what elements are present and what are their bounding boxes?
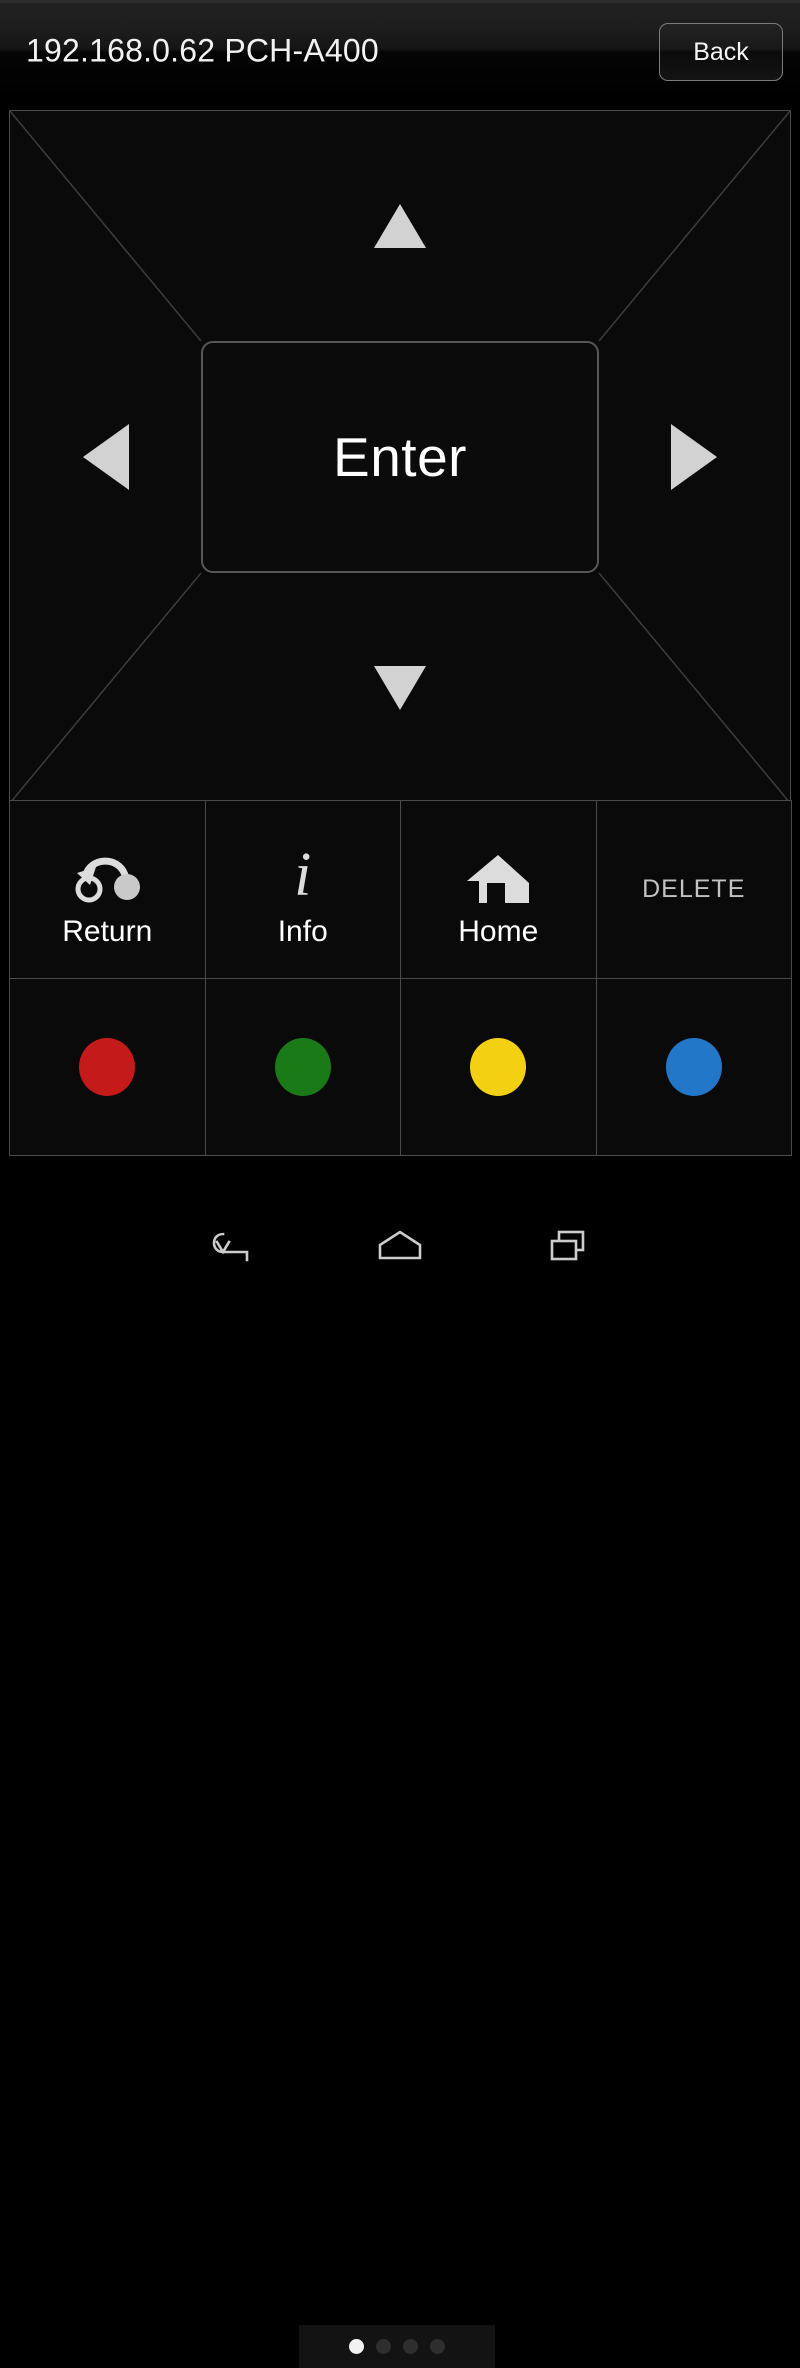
return-arrow-icon: [75, 857, 141, 902]
button-row-functions: Return i Info Home DELETE: [9, 800, 792, 979]
triangle-left-icon: [83, 424, 129, 490]
enter-button[interactable]: Enter: [201, 341, 599, 573]
app-header: 192.168.0.62 PCH-A400 Back: [0, 0, 800, 98]
color-dot-green-icon: [274, 1038, 331, 1096]
info-icon-wrap: i: [294, 833, 312, 909]
android-home-icon: [378, 1230, 422, 1260]
pager-dot-4[interactable]: [430, 2339, 445, 2354]
pager-dot-2[interactable]: [376, 2339, 391, 2354]
color-button-yellow[interactable]: [400, 978, 597, 1156]
triangle-right-icon: [671, 424, 717, 490]
return-button[interactable]: Return: [9, 800, 206, 979]
delete-button-label: DELETE: [642, 875, 746, 903]
pager-dot-3[interactable]: [403, 2339, 418, 2354]
home-house-icon: [467, 854, 530, 903]
delete-button[interactable]: DELETE: [595, 800, 792, 979]
info-button-label: Info: [277, 914, 328, 948]
info-italic-i-icon: i: [294, 840, 312, 909]
pager-strip: [0, 1156, 800, 2368]
color-dot-red-icon: [79, 1038, 136, 1096]
home-button-label: Home: [458, 914, 539, 948]
android-navigation-bar: [0, 1212, 800, 1280]
home-button[interactable]: Home: [400, 800, 597, 979]
home-icon-wrap: [465, 833, 531, 905]
dpad-down-button[interactable]: [10, 573, 790, 803]
button-grid: Return i Info Home DELETE: [9, 800, 792, 1156]
back-button[interactable]: Back: [659, 23, 783, 81]
back-button-label: Back: [693, 37, 749, 66]
android-back-icon: [212, 1232, 249, 1262]
android-recents-icon: [550, 1230, 585, 1261]
android-home-button[interactable]: [315, 1228, 485, 1264]
android-back-button[interactable]: [145, 1228, 315, 1264]
color-dot-blue-icon: [665, 1038, 722, 1096]
color-dot-yellow-icon: [470, 1038, 527, 1096]
color-button-green[interactable]: [204, 978, 401, 1156]
triangle-up-icon: [374, 204, 426, 248]
remote-control-screen: 192.168.0.62 PCH-A400 Back Enter Return …: [0, 0, 800, 2368]
pager-dots: [299, 2325, 495, 2368]
triangle-down-icon: [374, 666, 426, 710]
return-icon-wrap: [74, 833, 141, 905]
pager-panel: [299, 2325, 495, 2368]
directional-pad: Enter: [9, 110, 791, 804]
pager-dot-1[interactable]: [349, 2339, 364, 2354]
enter-button-label: Enter: [333, 426, 467, 488]
info-button[interactable]: i Info: [204, 800, 401, 979]
color-button-blue[interactable]: [595, 978, 792, 1156]
page-title: 192.168.0.62 PCH-A400: [26, 32, 379, 68]
button-row-colors: [9, 978, 792, 1156]
color-button-red[interactable]: [9, 978, 206, 1156]
android-recents-button[interactable]: [485, 1228, 655, 1264]
return-button-label: Return: [62, 914, 153, 948]
